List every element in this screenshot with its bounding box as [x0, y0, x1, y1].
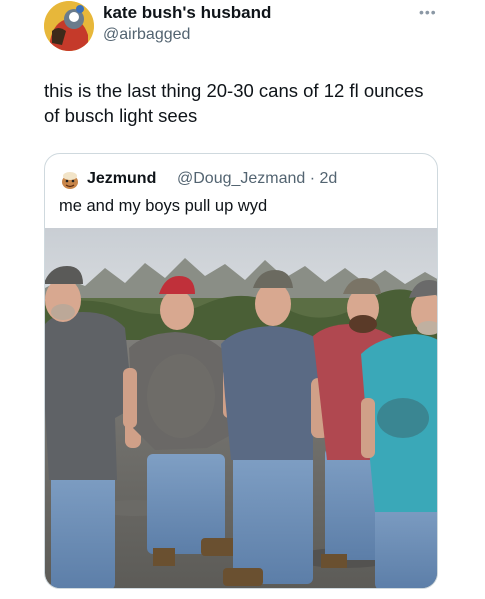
author-display-name[interactable]: kate bush's husband [103, 3, 271, 23]
quoted-author-avatar[interactable] [59, 169, 81, 191]
more-horizontal-icon[interactable]: ••• [419, 4, 437, 20]
quoted-tweet-card[interactable]: Jezmund @Doug_Jezmand · 2d me and my boy… [44, 153, 438, 589]
avatar-image-icon [44, 1, 94, 51]
cartoon-avatar-icon [59, 169, 81, 191]
quoted-tweet-photo[interactable] [45, 228, 437, 588]
quoted-author-display-name[interactable]: Jezmund [87, 170, 156, 188]
quoted-tweet-text: me and my boys pull up wyd [59, 197, 268, 215]
tweet-text: this is the last thing 20-30 cans of 12 … [44, 80, 424, 126]
tweet-container: kate bush's husband @airbagged ••• this … [0, 0, 485, 599]
author-avatar[interactable] [44, 1, 94, 51]
author-handle[interactable]: @airbagged [103, 26, 190, 44]
quoted-author-handle-time[interactable]: @Doug_Jezmand · 2d [177, 170, 337, 188]
photo-five-men-parking-lot [45, 228, 437, 588]
